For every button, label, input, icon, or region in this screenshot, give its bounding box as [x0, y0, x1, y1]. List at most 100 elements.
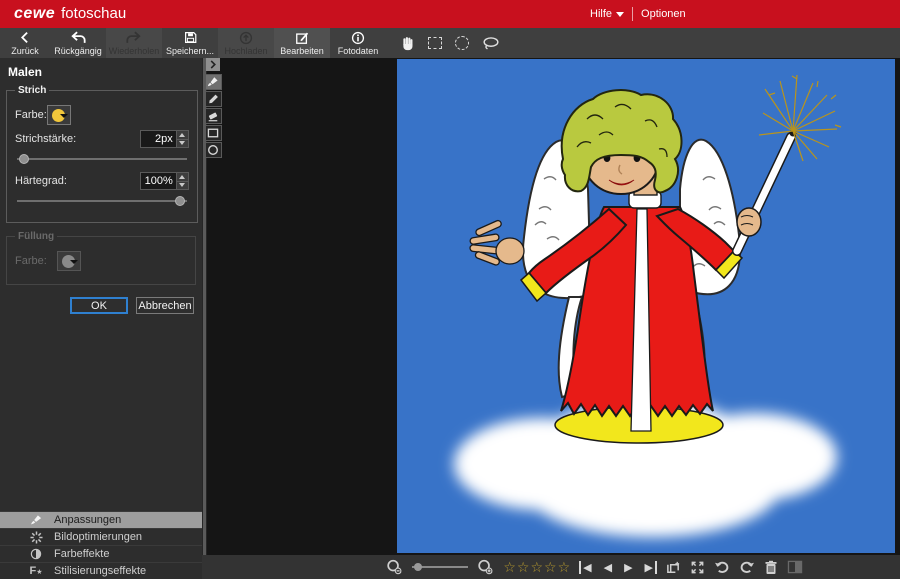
info-icon — [351, 31, 365, 45]
brand-name: cewe — [14, 5, 55, 23]
rotate-left-icon[interactable] — [714, 560, 730, 574]
delete-trash-icon[interactable] — [764, 560, 778, 575]
collapse-strip-button[interactable] — [206, 58, 220, 71]
zoom-out-icon[interactable] — [386, 559, 403, 575]
slider-track — [17, 200, 187, 202]
category-label: Farbeffekte — [54, 548, 109, 560]
angel-image[interactable] — [397, 59, 895, 553]
hardness-slider[interactable] — [17, 195, 187, 207]
undo-arrow-icon — [70, 31, 86, 45]
slider-thumb[interactable] — [175, 196, 185, 206]
edit-button[interactable]: Bearbeiten — [274, 28, 330, 58]
panel-title: Malen — [0, 58, 202, 85]
edit-icon — [295, 31, 309, 45]
rotate-right-icon[interactable] — [739, 560, 755, 574]
main-toolbar: Zurück Rückgängig Wiederholen Speichern.… — [0, 28, 900, 58]
compare-image-icon — [787, 560, 803, 574]
eraser-tool-button[interactable] — [205, 108, 222, 124]
save-label: Speichern... — [166, 46, 214, 56]
rectangle-tool-button[interactable] — [205, 125, 222, 141]
last-image-button[interactable]: ▶ — [645, 561, 657, 574]
ellipse-tool-button[interactable] — [205, 142, 222, 158]
ellipse-icon — [207, 144, 219, 156]
hardness-label: Härtegrad: — [15, 175, 67, 187]
back-button[interactable]: Zurück — [0, 28, 50, 58]
header-divider — [632, 7, 633, 21]
hand-tool-icon[interactable] — [400, 35, 415, 51]
crop-icon[interactable] — [666, 560, 681, 575]
angel-head — [562, 90, 682, 208]
stroke-group: Strich Farbe: Strichstärke: 2px — [6, 85, 198, 223]
upload-icon — [239, 31, 253, 45]
redo-arrow-icon — [126, 31, 142, 45]
stroke-legend: Strich — [15, 85, 49, 96]
app-header: cewe fotoschau Hilfe Optionen — [0, 0, 900, 28]
options-menu[interactable]: Optionen — [641, 8, 686, 20]
help-menu[interactable]: Hilfe — [590, 8, 624, 20]
ellipse-select-icon[interactable] — [455, 36, 469, 50]
app-logo: cewe fotoschau — [14, 5, 126, 23]
stepper-down-button[interactable] — [176, 182, 189, 191]
stroke-color-label: Farbe: — [15, 109, 47, 121]
panel-spacer — [0, 318, 202, 511]
angel-right-hand — [737, 208, 761, 236]
hardness-stepper[interactable]: 100% — [140, 172, 189, 190]
rating-stars[interactable]: ☆☆☆☆☆ — [503, 560, 570, 574]
category-farbeffekte[interactable]: Farbeffekte — [0, 545, 202, 562]
stroke-width-slider[interactable] — [17, 153, 187, 165]
help-label: Hilfe — [590, 8, 612, 20]
fullscreen-icon[interactable] — [690, 560, 705, 575]
fill-legend: Füllung — [15, 231, 57, 242]
upload-label: Hochladen — [224, 46, 267, 56]
bottom-toolbar: ☆☆☆☆☆ ◀ ◀ ▶ ▶ — [202, 555, 900, 579]
chevron-right-icon — [209, 60, 217, 69]
category-label: Bildoptimierungen — [54, 531, 142, 543]
category-bildoptimierungen[interactable]: Bildoptimierungen — [0, 528, 202, 545]
ok-button[interactable]: OK — [70, 297, 128, 314]
paint-toolstrip — [204, 58, 222, 159]
zoom-in-icon[interactable] — [477, 559, 494, 575]
stroke-color-swatch[interactable] — [47, 105, 71, 125]
undo-button[interactable]: Rückgängig — [50, 28, 106, 58]
star-icon[interactable]: ☆ — [530, 560, 543, 574]
star-icon[interactable]: ☆ — [517, 560, 530, 574]
sparkle-icon — [29, 531, 43, 544]
upload-button[interactable]: Hochladen — [218, 28, 274, 58]
undo-label: Rückgängig — [54, 46, 102, 56]
fill-group: Füllung Farbe: — [6, 231, 196, 285]
category-anpassungen[interactable]: Anpassungen — [0, 511, 202, 528]
brush-icon — [207, 76, 219, 88]
back-label: Zurück — [11, 46, 39, 56]
save-button[interactable]: Speichern... — [162, 28, 218, 58]
brush-tool-button[interactable] — [205, 74, 222, 90]
stepper-down-button[interactable] — [176, 140, 189, 149]
back-chevron-icon — [19, 31, 32, 45]
slider-thumb[interactable] — [414, 563, 422, 571]
star-icon[interactable]: ☆ — [503, 560, 516, 574]
rect-select-icon[interactable] — [428, 37, 442, 49]
pencil-tool-button[interactable] — [205, 91, 222, 107]
image-canvas[interactable] — [202, 58, 900, 555]
cancel-button[interactable]: Abbrechen — [136, 297, 194, 314]
star-icon[interactable]: ☆ — [558, 560, 571, 574]
stepper-up-button[interactable] — [176, 172, 189, 182]
lasso-icon[interactable] — [482, 36, 500, 51]
fill-color-swatch — [57, 251, 81, 271]
photodata-button[interactable]: Fotodaten — [330, 28, 386, 58]
previous-image-button[interactable]: ◀ — [604, 561, 612, 574]
photodata-label: Fotodaten — [338, 46, 379, 56]
stroke-width-stepper[interactable]: 2px — [140, 130, 189, 148]
stroke-width-label: Strichstärke: — [15, 133, 76, 145]
redo-button[interactable]: Wiederholen — [106, 28, 162, 58]
category-stilisierungseffekte[interactable]: F★ Stilisierungseffekte — [0, 562, 202, 579]
options-label: Optionen — [641, 8, 686, 20]
star-icon[interactable]: ☆ — [544, 560, 557, 574]
slider-thumb[interactable] — [19, 154, 29, 164]
fill-color-label: Farbe: — [15, 255, 47, 267]
swatch-caret-icon — [70, 260, 78, 264]
zoom-slider[interactable] — [412, 562, 468, 572]
next-image-button[interactable]: ▶ — [624, 561, 632, 574]
first-image-button[interactable]: ◀ — [579, 561, 591, 574]
pencil-icon — [208, 93, 219, 105]
stepper-up-button[interactable] — [176, 130, 189, 140]
